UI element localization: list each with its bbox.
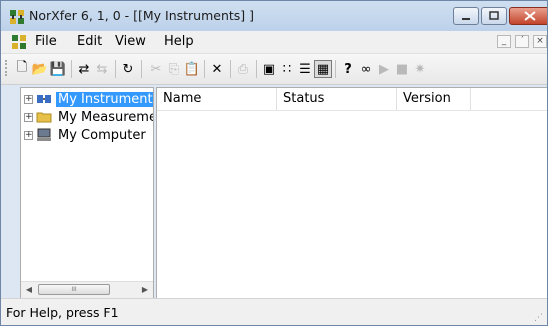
expand-icon[interactable]: + <box>24 130 33 140</box>
tree-item-label: My Instruments <box>56 91 153 107</box>
scroll-left-icon[interactable]: ◀ <box>22 284 36 296</box>
window-title: NorXfer 6, 1, 0 - [[My Instruments] ] <box>29 8 255 23</box>
computer-icon <box>36 127 52 143</box>
minimize-icon <box>462 18 470 20</box>
print-button[interactable]: ⎙ <box>234 60 252 78</box>
refresh-button[interactable]: ↻ <box>119 60 137 78</box>
copy-button[interactable]: ⎘ <box>165 60 183 78</box>
main-window: NorXfer 6, 1, 0 - [[My Instruments] ] Fi… <box>0 0 548 326</box>
record-button[interactable]: ✷ <box>411 60 429 78</box>
tree-item-label: My Computer <box>58 127 146 143</box>
toolbar-separator <box>141 60 142 78</box>
toolbar-separator <box>230 60 231 78</box>
save-icon: 💾 <box>49 61 67 77</box>
list-header: Name Status Version <box>157 88 547 111</box>
tree-item-my-measurements[interactable]: + My Measuremer <box>21 108 154 126</box>
record-icon: ✷ <box>414 61 426 77</box>
close-button[interactable] <box>509 7 547 25</box>
disconnect-icon: ⇆ <box>96 61 108 77</box>
print-icon: ⎙ <box>237 61 249 77</box>
toolbar-separator <box>71 60 72 78</box>
scroll-right-icon[interactable]: ▶ <box>138 284 152 296</box>
help-button[interactable]: ? <box>339 60 357 78</box>
delete-icon: ✕ <box>211 61 223 77</box>
folder-icon <box>36 109 52 125</box>
stop-button[interactable]: ■ <box>393 60 411 78</box>
tree-item-my-computer[interactable]: + My Computer <box>21 126 148 144</box>
open-icon: 📂 <box>31 61 49 77</box>
tree-item-label: My Measuremer <box>58 109 154 125</box>
large-icons-icon: ▣ <box>262 61 276 77</box>
toolbar-separator <box>204 60 205 78</box>
context-help-button[interactable]: ∞ <box>357 60 375 78</box>
list-view-icon: ☰ <box>299 61 311 77</box>
connect-button[interactable]: ⇄ <box>75 60 93 78</box>
large-icons-button[interactable]: ▣ <box>260 60 278 78</box>
delete-button[interactable]: ✕ <box>208 60 226 78</box>
stop-icon: ■ <box>395 61 409 77</box>
small-icons-icon: ∷ <box>282 61 292 77</box>
close-icon <box>524 11 536 21</box>
title-bar[interactable]: NorXfer 6, 1, 0 - [[My Instruments] ] <box>1 1 547 31</box>
connect-icon: ⇄ <box>78 61 90 77</box>
norxfer-app-icon <box>10 10 24 24</box>
menu-edit[interactable]: Edit <box>77 34 102 49</box>
mdi-restore-button[interactable]: ´ <box>515 35 529 48</box>
minimize-button[interactable] <box>453 7 479 25</box>
maximize-icon <box>489 11 499 20</box>
instruments-icon <box>36 91 52 107</box>
column-header-status[interactable]: Status <box>277 88 397 110</box>
menu-file[interactable]: File <box>35 34 57 49</box>
context-help-icon: ∞ <box>360 61 372 77</box>
document-icon[interactable] <box>11 34 27 50</box>
copy-icon: ⎘ <box>168 61 180 77</box>
list-view[interactable]: Name Status Version <box>156 87 547 299</box>
tree-view[interactable]: + My Instruments + My Measuremer + My Co… <box>20 87 154 299</box>
refresh-icon: ↻ <box>122 61 134 77</box>
toolbar-separator <box>335 60 336 78</box>
open-button[interactable]: 📂 <box>31 60 49 78</box>
resize-grip-icon[interactable]: ⋰ <box>534 313 543 323</box>
toolbar-separator <box>256 60 257 78</box>
paste-button[interactable]: 📋 <box>183 60 201 78</box>
cut-button[interactable]: ✂ <box>147 60 165 78</box>
status-bar: For Help, press F1 ⋰ <box>1 298 547 325</box>
toolbar: 🗋 📂 💾 ⇄ ⇆ ↻ ✂ ⎘ 📋 ✕ ⎙ ▣ ∷ ☰ ▦ ? ∞ ▶ ■ ✷ <box>1 54 547 85</box>
tree-horizontal-scrollbar[interactable]: ◀ III ▶ <box>21 281 153 298</box>
details-view-icon: ▦ <box>316 61 330 77</box>
play-icon: ▶ <box>379 61 389 77</box>
toolbar-separator <box>115 60 116 78</box>
menu-bar: File Edit View Help _ ´ × <box>1 31 547 54</box>
expand-icon[interactable]: + <box>24 94 33 104</box>
disconnect-button[interactable]: ⇆ <box>93 60 111 78</box>
expand-icon[interactable]: + <box>24 112 33 122</box>
cut-icon: ✂ <box>150 61 162 77</box>
toolbar-grip[interactable] <box>5 60 10 76</box>
save-button[interactable]: 💾 <box>49 60 67 78</box>
column-header-name[interactable]: Name <box>157 88 277 110</box>
new-icon: 🗋 <box>16 60 28 75</box>
details-view-button[interactable]: ▦ <box>314 60 332 78</box>
mdi-minimize-button[interactable]: _ <box>497 35 511 48</box>
new-button[interactable]: 🗋 <box>13 60 31 78</box>
column-header-version[interactable]: Version <box>397 88 471 110</box>
menu-help[interactable]: Help <box>164 34 194 49</box>
help-icon: ? <box>344 61 352 77</box>
small-icons-button[interactable]: ∷ <box>278 60 296 78</box>
mdi-close-button[interactable]: × <box>533 35 547 48</box>
maximize-button[interactable] <box>481 7 507 25</box>
scroll-thumb[interactable]: III <box>38 284 110 295</box>
status-text: For Help, press F1 <box>6 305 119 320</box>
play-button[interactable]: ▶ <box>375 60 393 78</box>
menu-view[interactable]: View <box>115 34 146 49</box>
tree-item-my-instruments[interactable]: + My Instruments <box>21 90 153 108</box>
paste-icon: 📋 <box>183 61 201 77</box>
list-view-button[interactable]: ☰ <box>296 60 314 78</box>
